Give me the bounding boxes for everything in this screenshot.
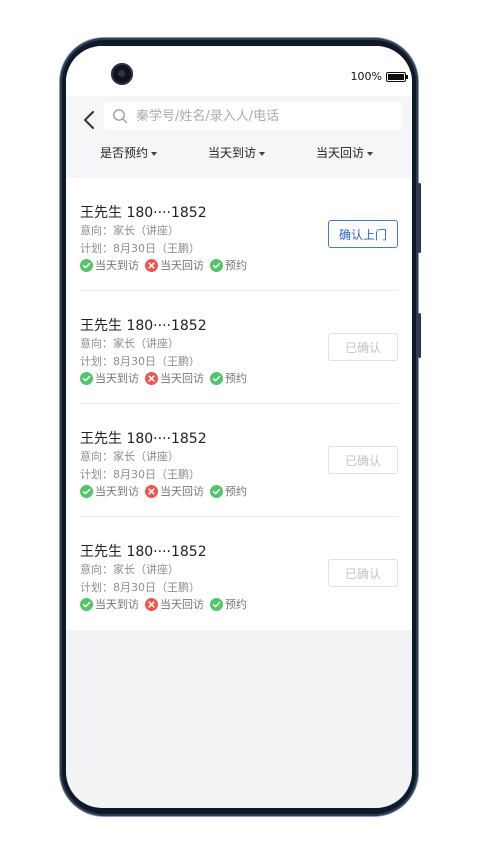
contact-name: 王先生 180····1852 [80,544,207,560]
intent-text: 意向：家长（讲座） [80,337,179,350]
status-tag: 预约 [210,257,247,273]
phone-frame: 100% 是否预约 当天到访 [60,38,421,816]
status-tag: 当天回访 [145,596,204,612]
record-list: 王先生 180····1852 意向：家长（讲座） 计划：8月30日（王鹏） 当… [66,178,412,630]
list-item[interactable]: 王先生 180····1852 意向：家长（讲座） 计划：8月30日（王鹏） 当… [66,291,412,404]
status-tags: 当天到访 当天回访 预约 [80,257,247,273]
app-screen: 100% 是否预约 当天到访 [66,46,412,808]
back-button[interactable] [80,108,100,132]
contact-name: 王先生 180····1852 [80,431,207,447]
filter-label: 是否预约 [100,146,149,160]
status-tag: 预约 [210,596,247,612]
caret-down-icon [259,151,266,156]
check-circle-icon [80,371,93,385]
contact-name: 王先生 180····1852 [80,318,207,334]
caret-down-icon [367,151,374,156]
volume-button [418,183,421,253]
status-tag: 当天回访 [145,257,204,273]
phone-number: 180····1852 [126,431,207,447]
status-tags: 当天到访 当天回访 预约 [80,596,247,612]
check-circle-icon [210,484,223,498]
confirmed-button[interactable]: 已确认 [328,446,398,474]
plan-text: 计划：8月30日（王鹏） [80,581,200,594]
status-tags: 当天到访 当天回访 预约 [80,370,247,386]
check-circle-icon [210,597,223,611]
intent-text: 意向：家长（讲座） [80,563,179,576]
check-circle-icon [80,484,93,498]
status-tag: 当天到访 [80,596,139,612]
intent-text: 意向：家长（讲座） [80,450,179,463]
filter-callback-today[interactable]: 当天回访 [316,144,374,161]
status-tag: 当天回访 [145,483,204,499]
contact-name: 王先生 180····1852 [80,205,207,221]
x-circle-icon [145,371,158,385]
confirmed-button[interactable]: 已确认 [328,333,398,361]
status-bar: 100% [66,46,412,96]
battery-percent: 100% [350,70,382,83]
phone-number: 180····1852 [126,318,207,334]
search-input[interactable] [136,102,386,130]
header: 是否预约 当天到访 当天回访 [66,96,412,178]
chevron-left-icon [84,111,94,129]
status-tags: 当天到访 当天回访 预约 [80,483,247,499]
search-box[interactable] [104,102,402,130]
x-circle-icon [145,258,158,272]
list-item[interactable]: 王先生 180····1852 意向：家长（讲座） 计划：8月30日（王鹏） 当… [66,404,412,517]
intent-text: 意向：家长（讲座） [80,224,179,237]
filter-label: 当天回访 [316,146,365,160]
phone-number: 180····1852 [126,544,207,560]
x-circle-icon [145,484,158,498]
check-circle-icon [210,258,223,272]
confirm-visit-button[interactable]: 确认上门 [328,220,398,248]
list-item[interactable]: 王先生 180····1852 意向：家长（讲座） 计划：8月30日（王鹏） 当… [66,178,412,291]
filter-label: 当天到访 [208,146,257,160]
check-circle-icon [80,597,93,611]
confirmed-button[interactable]: 已确认 [328,559,398,587]
status-tag: 当天回访 [145,370,204,386]
caret-down-icon [151,151,158,156]
plan-text: 计划：8月30日（王鹏） [80,242,200,255]
status-tag: 预约 [210,483,247,499]
status-tag: 当天到访 [80,257,139,273]
battery-icon [386,72,408,82]
filter-appointment[interactable]: 是否预约 [100,144,158,161]
status-tag: 当天到访 [80,370,139,386]
filter-visit-today[interactable]: 当天到访 [208,144,266,161]
status-tag: 预约 [210,370,247,386]
list-item[interactable]: 王先生 180····1852 意向：家长（讲座） 计划：8月30日（王鹏） 当… [66,517,412,630]
phone-number: 180····1852 [126,205,207,221]
status-tag: 当天到访 [80,483,139,499]
power-button [418,313,421,358]
filter-bar: 是否预约 当天到访 当天回访 [66,144,412,168]
check-circle-icon [80,258,93,272]
front-camera [111,63,133,85]
plan-text: 计划：8月30日（王鹏） [80,355,200,368]
search-icon [113,109,128,124]
x-circle-icon [145,597,158,611]
plan-text: 计划：8月30日（王鹏） [80,468,200,481]
check-circle-icon [210,371,223,385]
